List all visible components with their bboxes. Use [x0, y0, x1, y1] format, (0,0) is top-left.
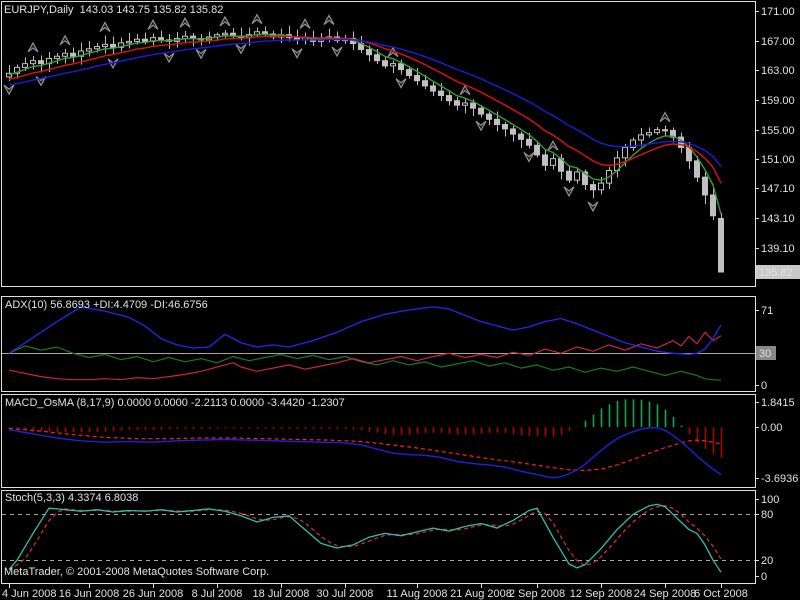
- axis-tick-label: 159.00: [761, 95, 795, 107]
- candle-body: [423, 81, 428, 86]
- current-price-label: 135.82: [759, 267, 793, 279]
- candle-body: [455, 101, 460, 105]
- axis-tick-label: -3.6936: [761, 473, 798, 485]
- date-label: 8 Jul 2008: [192, 588, 243, 600]
- axis-tick-label: 20: [761, 555, 773, 567]
- candle-body: [447, 96, 452, 101]
- candle-body: [399, 64, 404, 70]
- adx-level-label: 30: [759, 348, 771, 360]
- candle-body: [567, 171, 572, 180]
- date-label: 18 Jul 2008: [253, 588, 310, 600]
- candle-body: [495, 119, 500, 124]
- candle-body: [543, 155, 548, 165]
- candle-body: [535, 145, 540, 155]
- axis-tick-label: 151.00: [761, 154, 795, 166]
- candle-body: [639, 135, 644, 140]
- axis-tick-label: 143.10: [761, 213, 795, 225]
- candle-body: [391, 64, 396, 66]
- candle-body: [159, 38, 164, 40]
- candle-body: [39, 61, 44, 64]
- candle-body: [511, 129, 516, 134]
- candle-body: [95, 47, 100, 49]
- date-label: 11 Aug 2008: [387, 588, 448, 600]
- metatrader-chart-window: 171.00 167.00 163.00 159.00 155.00 151.00 147.…: [0, 0, 800, 600]
- date-label: 21 Aug 2008: [450, 588, 512, 600]
- date-label: 2 Sep 2008: [509, 588, 565, 600]
- candle-body: [487, 114, 492, 119]
- axis-tick-label: 0: [761, 571, 767, 583]
- axis-tick-label: 0: [761, 380, 767, 392]
- candle-body: [415, 76, 420, 81]
- candle-body: [719, 219, 724, 272]
- candle-body: [655, 130, 660, 133]
- candle-body: [503, 124, 508, 128]
- chart-canvas[interactable]: 171.00 167.00 163.00 159.00 155.00 151.00 147.…: [0, 0, 800, 600]
- candle-body: [471, 103, 476, 108]
- candle-body: [375, 55, 380, 61]
- date-label: 16 Jun 2008: [59, 588, 120, 600]
- candle-body: [479, 108, 484, 114]
- candle-body: [663, 130, 668, 131]
- candle-body: [551, 159, 556, 166]
- candle-body: [111, 44, 116, 47]
- date-label: 30 Jul 2008: [317, 588, 374, 600]
- candle-body: [599, 183, 604, 190]
- candle-body: [31, 61, 36, 64]
- candle-body: [135, 39, 140, 41]
- axis-tick-label: 1.8415: [761, 397, 795, 409]
- candle-body: [71, 53, 76, 56]
- candle-body: [695, 161, 700, 177]
- date-label: 26 Jun 2008: [123, 588, 184, 600]
- axis-tick-label: 167.00: [761, 36, 795, 48]
- candle-body: [407, 70, 412, 76]
- candle-body: [63, 53, 68, 56]
- candle-body: [87, 49, 92, 51]
- date-label: 6 Oct 2008: [694, 588, 748, 600]
- candle-body: [223, 33, 228, 34]
- candle-body: [703, 177, 708, 195]
- axis-tick-label: 171.00: [761, 6, 795, 18]
- date-label: 4 Jun 2008: [2, 588, 56, 600]
- axis-tick-label: 163.00: [761, 65, 795, 77]
- candle-body: [23, 64, 28, 68]
- candle-body: [431, 86, 436, 91]
- candle-body: [647, 133, 652, 135]
- candle-body: [55, 56, 60, 58]
- candle-body: [711, 195, 716, 216]
- axis-tick-label: 80: [761, 509, 773, 521]
- date-label: 12 Sep 2008: [570, 588, 632, 600]
- candle-body: [527, 139, 532, 145]
- candle-body: [519, 134, 524, 139]
- date-label: 24 Sep 2008: [634, 588, 696, 600]
- candle-body: [367, 50, 372, 55]
- candle-body: [383, 61, 388, 66]
- candle-body: [127, 41, 132, 42]
- axis-tick-label: 147.10: [761, 183, 795, 195]
- chart-background: [0, 0, 800, 600]
- axis-tick-label: 100: [761, 494, 779, 506]
- candle-body: [143, 39, 148, 41]
- candle-body: [575, 172, 580, 180]
- candle-body: [463, 103, 468, 105]
- axis-tick-label: 155.00: [761, 125, 795, 137]
- axis-tick-label: 0.00: [761, 422, 782, 434]
- candle-body: [103, 44, 108, 46]
- axis-tick-label: 139.10: [761, 243, 795, 255]
- axis-tick-label: 71: [761, 305, 773, 317]
- candle-body: [439, 91, 444, 95]
- candle-body: [623, 147, 628, 157]
- candle-body: [591, 185, 596, 190]
